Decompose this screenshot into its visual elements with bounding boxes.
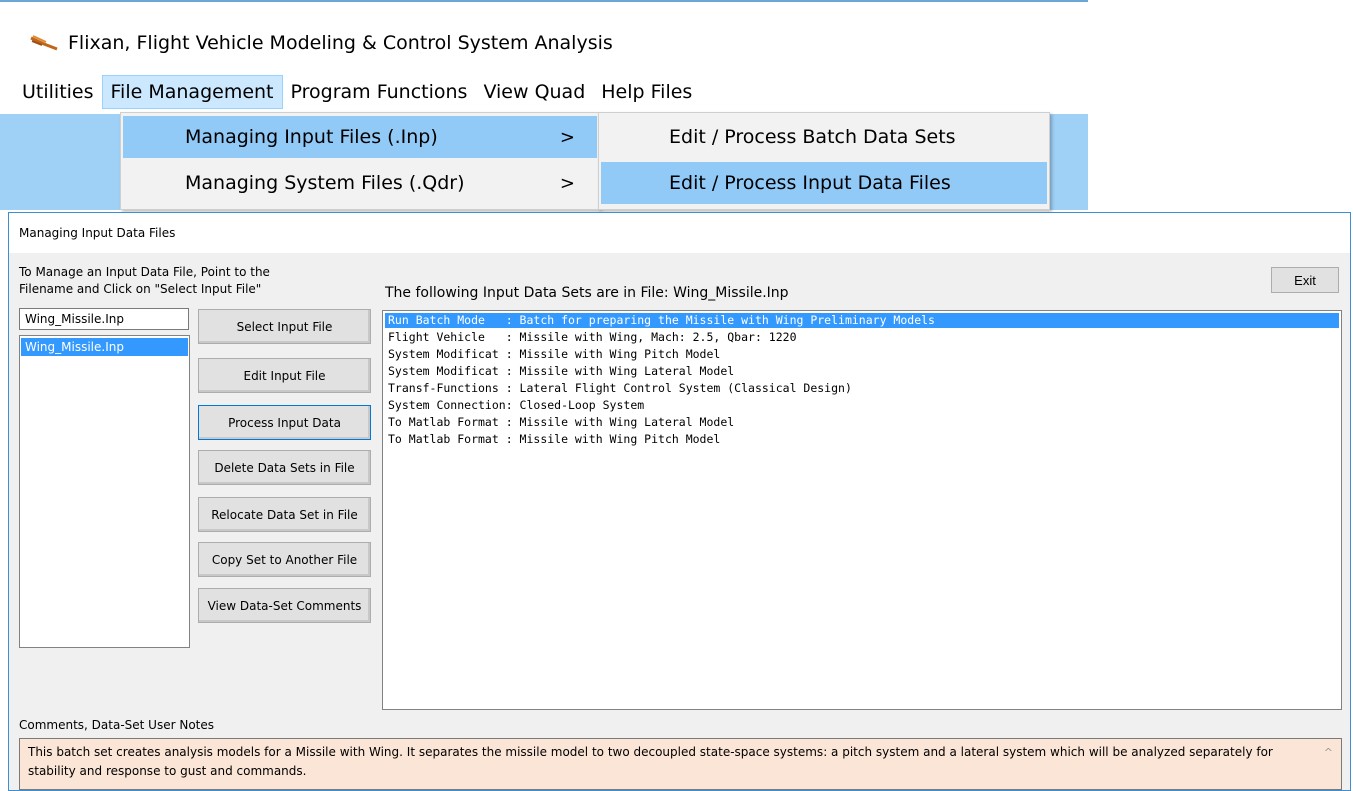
- relocate-data-set-button[interactable]: Relocate Data Set in File: [198, 497, 371, 532]
- menu-edit-input-data-files[interactable]: Edit / Process Input Data Files: [601, 162, 1047, 204]
- comments-textarea[interactable]: This batch set creates analysis models f…: [19, 738, 1342, 790]
- list-item[interactable]: Flight Vehicle : Missile with Wing, Mach…: [385, 330, 1339, 345]
- list-item[interactable]: To Matlab Format : Missile with Wing Lat…: [385, 415, 1339, 430]
- view-comments-button[interactable]: View Data-Set Comments: [198, 588, 371, 623]
- file-list[interactable]: Wing_Missile.Inp: [19, 335, 190, 648]
- delete-data-sets-button[interactable]: Delete Data Sets in File: [198, 450, 371, 485]
- window-background: [0, 114, 120, 210]
- edit-input-file-button[interactable]: Edit Input File: [198, 358, 371, 393]
- file-management-submenu: Managing Input Files (.Inp) > Managing S…: [120, 112, 600, 210]
- comments-text: This batch set creates analysis models f…: [28, 745, 1273, 778]
- data-sets-header: The following Input Data Sets are in Fil…: [385, 285, 789, 301]
- dialog-title: Managing Input Data Files: [9, 213, 1350, 253]
- exit-button[interactable]: Exit: [1271, 267, 1339, 293]
- process-input-data-button[interactable]: Process Input Data: [198, 405, 371, 440]
- flixan-logo-icon: [30, 35, 58, 51]
- menu-utilities[interactable]: Utilities: [14, 76, 102, 108]
- chevron-right-icon: >: [559, 172, 575, 194]
- menu-program-functions[interactable]: Program Functions: [283, 76, 476, 108]
- menu-edit-batch-data-sets[interactable]: Edit / Process Batch Data Sets: [601, 116, 1047, 158]
- scroll-up-icon[interactable]: ^: [1324, 743, 1333, 762]
- copy-set-button[interactable]: Copy Set to Another File: [198, 542, 371, 577]
- menu-file-management[interactable]: File Management: [101, 75, 283, 109]
- instruction-text: To Manage an Input Data File, Point to t…: [19, 264, 339, 298]
- list-item[interactable]: Transf-Functions : Lateral Flight Contro…: [385, 381, 1339, 396]
- flixan-main-window: Flixan, Flight Vehicle Modeling & Contro…: [0, 0, 1088, 210]
- list-item[interactable]: System Modificat : Missile with Wing Lat…: [385, 364, 1339, 379]
- chevron-right-icon: >: [559, 126, 575, 148]
- list-item[interactable]: To Matlab Format : Missile with Wing Pit…: [385, 432, 1339, 447]
- managing-input-data-files-dialog: Managing Input Data Files To Manage an I…: [8, 212, 1351, 791]
- menu-view-quad[interactable]: View Quad: [475, 76, 593, 108]
- menu-managing-input-files[interactable]: Managing Input Files (.Inp) >: [123, 116, 597, 158]
- menu-item-label: Edit / Process Batch Data Sets: [669, 126, 956, 148]
- instruction-line: Filename and Click on "Select Input File…: [19, 282, 262, 296]
- window-background-right: [1048, 114, 1088, 210]
- select-input-file-button[interactable]: Select Input File: [198, 309, 371, 344]
- instruction-line: To Manage an Input Data File, Point to t…: [19, 265, 270, 279]
- title-bar: Flixan, Flight Vehicle Modeling & Contro…: [30, 28, 613, 58]
- app-title: Flixan, Flight Vehicle Modeling & Contro…: [68, 32, 613, 54]
- menu-bar: Utilities File Management Program Functi…: [14, 75, 700, 109]
- menu-item-label: Managing System Files (.Qdr): [185, 172, 465, 194]
- menu-managing-system-files[interactable]: Managing System Files (.Qdr) >: [123, 162, 597, 204]
- data-sets-list[interactable]: Run Batch Mode : Batch for preparing the…: [382, 310, 1342, 710]
- input-files-submenu: Edit / Process Batch Data Sets Edit / Pr…: [598, 112, 1050, 210]
- list-item[interactable]: System Modificat : Missile with Wing Pit…: [385, 347, 1339, 362]
- filename-field[interactable]: Wing_Missile.Inp: [19, 308, 189, 330]
- menu-help-files[interactable]: Help Files: [593, 76, 700, 108]
- menu-item-label: Edit / Process Input Data Files: [669, 172, 951, 194]
- list-item[interactable]: Wing_Missile.Inp: [21, 338, 188, 356]
- list-item[interactable]: System Connection: Closed-Loop System: [385, 398, 1339, 413]
- list-item[interactable]: Run Batch Mode : Batch for preparing the…: [385, 313, 1339, 328]
- menu-item-label: Managing Input Files (.Inp): [185, 126, 438, 148]
- comments-label: Comments, Data-Set User Notes: [19, 718, 214, 732]
